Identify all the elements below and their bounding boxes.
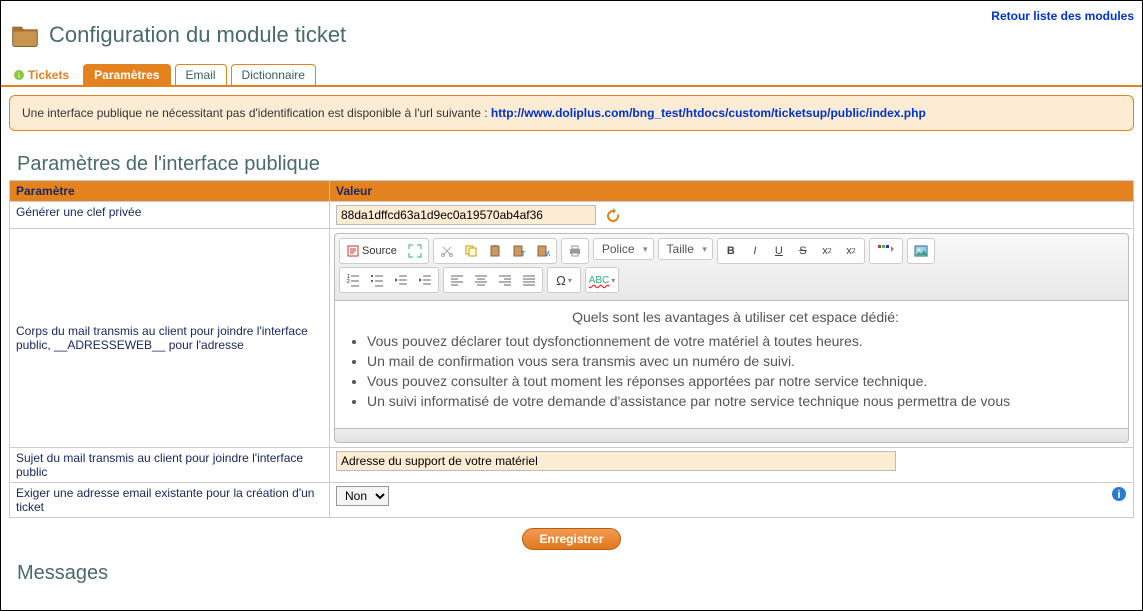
- svg-text:T: T: [521, 251, 526, 258]
- maximize-button[interactable]: [403, 240, 427, 262]
- row-key-label: Générer une clef privée: [10, 202, 330, 229]
- align-right-icon: [498, 273, 512, 287]
- private-key-input[interactable]: [336, 205, 596, 225]
- ul-icon: [370, 273, 384, 287]
- paste-text-button[interactable]: T: [507, 240, 531, 262]
- indent-button[interactable]: [413, 269, 437, 291]
- editor-li4: Un suivi informatisé de votre demande d'…: [367, 393, 1114, 409]
- help-icon[interactable]: i: [1111, 486, 1127, 502]
- notice-text: Une interface publique ne nécessitant pa…: [22, 106, 491, 120]
- folder-icon: [11, 23, 39, 47]
- bold-button[interactable]: B: [719, 240, 743, 262]
- ul-button[interactable]: [365, 269, 389, 291]
- subject-input[interactable]: [336, 451, 896, 471]
- source-icon: [347, 245, 359, 257]
- require-email-select[interactable]: Non: [336, 486, 389, 506]
- size-select[interactable]: Taille: [658, 238, 713, 260]
- tab-params[interactable]: Paramètres: [83, 64, 170, 85]
- col-value: Valeur: [330, 181, 1134, 202]
- editor-li3: Vous pouvez consulter à tout moment les …: [367, 373, 1114, 389]
- copy-icon: [464, 244, 478, 258]
- svg-text:W: W: [545, 251, 550, 258]
- save-button[interactable]: Enregistrer: [522, 528, 620, 550]
- indent-icon: [418, 273, 432, 287]
- textcolor-button[interactable]: [871, 240, 901, 262]
- align-center-icon: [474, 273, 488, 287]
- row-require-email-label: Exiger une adresse email existante pour …: [10, 483, 330, 518]
- align-center-button[interactable]: [469, 269, 493, 291]
- italic-button[interactable]: I: [743, 240, 767, 262]
- editor-intro: Quels sont les avantages à utiliser cet …: [357, 309, 1114, 325]
- col-param: Paramètre: [10, 181, 330, 202]
- editor-resize-handle[interactable]: [334, 429, 1129, 443]
- align-justify-button[interactable]: [517, 269, 541, 291]
- paste-word-button[interactable]: W: [531, 240, 555, 262]
- paste-text-icon: T: [512, 244, 526, 258]
- print-button[interactable]: [563, 240, 587, 262]
- image-icon: [914, 244, 928, 258]
- copy-button[interactable]: [459, 240, 483, 262]
- spellcheck-button[interactable]: ABC▾: [587, 269, 617, 291]
- source-button[interactable]: Source: [341, 240, 403, 262]
- tab-tickets[interactable]: i Tickets: [11, 65, 79, 85]
- outdent-button[interactable]: [389, 269, 413, 291]
- ol-icon: 12: [346, 273, 360, 287]
- paste-word-icon: W: [536, 244, 550, 258]
- align-left-button[interactable]: [445, 269, 469, 291]
- tab-tickets-label: Tickets: [28, 68, 69, 82]
- editor-body[interactable]: Quels sont les avantages à utiliser cet …: [334, 301, 1129, 429]
- editor-li2: Un mail de confirmation vous sera transm…: [367, 353, 1114, 369]
- cut-icon: [440, 244, 454, 258]
- underline-button[interactable]: U: [767, 240, 791, 262]
- back-link[interactable]: Retour liste des modules: [991, 9, 1134, 23]
- config-table: Paramètre Valeur Générer une clef privée…: [9, 180, 1134, 518]
- ol-button[interactable]: 12: [341, 269, 365, 291]
- tab-email[interactable]: Email: [175, 64, 227, 85]
- svg-text:i: i: [18, 71, 20, 80]
- print-icon: [568, 244, 582, 258]
- maximize-icon: [408, 244, 422, 258]
- page-title: Configuration du module ticket: [49, 22, 346, 48]
- subscript-button[interactable]: x2: [815, 240, 839, 262]
- editor-li1: Vous pouvez déclarer tout dysfonctionnem…: [367, 333, 1114, 349]
- notice-box: Une interface publique ne nécessitant pa…: [9, 95, 1134, 131]
- notice-url[interactable]: http://www.doliplus.com/bng_test/htdocs/…: [491, 106, 926, 120]
- specialchar-button[interactable]: Ω▾: [549, 269, 579, 291]
- textcolor-icon: [877, 244, 895, 258]
- outdent-icon: [394, 273, 408, 287]
- align-justify-icon: [522, 273, 536, 287]
- align-right-button[interactable]: [493, 269, 517, 291]
- strike-button[interactable]: S: [791, 240, 815, 262]
- svg-text:i: i: [1117, 489, 1120, 501]
- editor-toolbar: Source T W Police Taille B: [334, 233, 1129, 301]
- paste-button[interactable]: [483, 240, 507, 262]
- align-left-icon: [450, 273, 464, 287]
- image-button[interactable]: [909, 240, 933, 262]
- font-select[interactable]: Police: [593, 238, 654, 260]
- superscript-button[interactable]: x2: [839, 240, 863, 262]
- row-body-label: Corps du mail transmis au client pour jo…: [10, 229, 330, 448]
- section-title: Paramètres de l'interface publique: [1, 139, 1142, 180]
- tabs: i Tickets Paramètres Email Dictionnaire: [1, 64, 1142, 87]
- svg-text:2: 2: [347, 279, 350, 285]
- section-messages: Messages: [1, 554, 1142, 587]
- info-icon: i: [13, 69, 25, 81]
- tab-dict[interactable]: Dictionnaire: [231, 64, 316, 85]
- refresh-icon[interactable]: [605, 208, 621, 224]
- paste-icon: [488, 244, 502, 258]
- cut-button[interactable]: [435, 240, 459, 262]
- row-subject-label: Sujet du mail transmis au client pour jo…: [10, 448, 330, 483]
